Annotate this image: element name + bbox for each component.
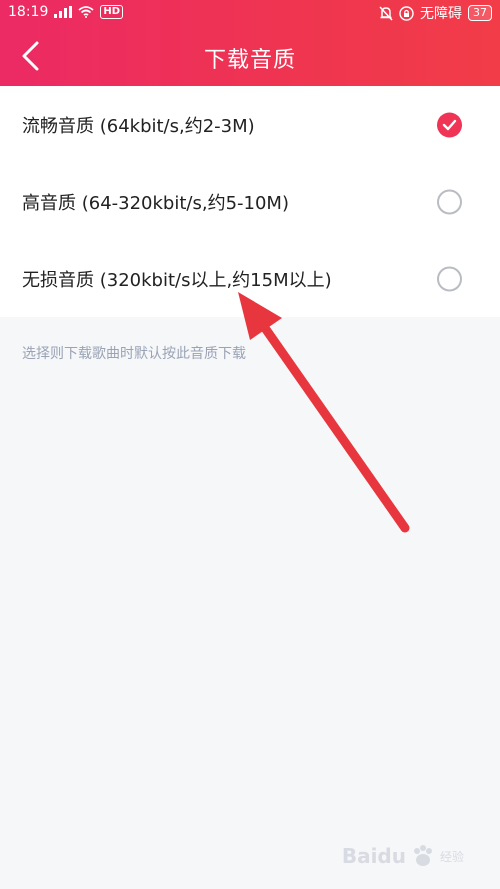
baidu-watermark: Baidu 经验 bbox=[342, 843, 464, 869]
radio-unchecked-icon[interactable] bbox=[437, 189, 462, 214]
quality-option-lossless[interactable]: 无损音质 (320kbit/s以上,约15M以上) bbox=[0, 240, 500, 317]
page-title: 下载音质 bbox=[203, 48, 296, 73]
quality-option-label: 高音质 (64-320kbit/s,约5-10M) bbox=[22, 192, 289, 214]
status-time: 18:19 bbox=[8, 4, 49, 20]
wifi-icon bbox=[78, 6, 94, 18]
quality-option-label: 流畅音质 (64kbit/s,约2-3M) bbox=[22, 115, 255, 137]
watermark-text: Baidu bbox=[341, 844, 406, 868]
quality-option-list: 流畅音质 (64kbit/s,约2-3M) 高音质 (64-320kbit/s,… bbox=[0, 86, 500, 317]
bell-muted-icon bbox=[379, 5, 393, 21]
radio-checked-icon[interactable] bbox=[437, 112, 462, 137]
status-bar: 18:19 HD 无障碍 37 bbox=[0, 0, 500, 26]
radio-unchecked-icon[interactable] bbox=[437, 266, 462, 291]
quality-option-smooth[interactable]: 流畅音质 (64kbit/s,约2-3M) bbox=[0, 86, 500, 163]
watermark-subtext: 经验 bbox=[439, 849, 464, 864]
top-bar: 18:19 HD 无障碍 37 下载音质 bbox=[0, 0, 500, 86]
signal-icon bbox=[54, 6, 73, 18]
paw-icon bbox=[413, 845, 432, 866]
quality-option-label: 无损音质 (320kbit/s以上,约15M以上) bbox=[22, 269, 332, 291]
lock-rotation-icon bbox=[399, 5, 414, 21]
battery-indicator: 37 bbox=[468, 5, 492, 21]
status-right: 无障碍 37 bbox=[379, 3, 492, 23]
download-quality-hint: 选择则下载歌曲时默认按此音质下载 bbox=[22, 346, 246, 362]
status-left: 18:19 HD bbox=[8, 4, 124, 20]
quality-option-high[interactable]: 高音质 (64-320kbit/s,约5-10M) bbox=[0, 163, 500, 240]
nav-bar: 下载音质 bbox=[0, 26, 500, 86]
accessibility-label: 无障碍 bbox=[420, 6, 462, 22]
hd-badge: HD bbox=[100, 5, 124, 19]
